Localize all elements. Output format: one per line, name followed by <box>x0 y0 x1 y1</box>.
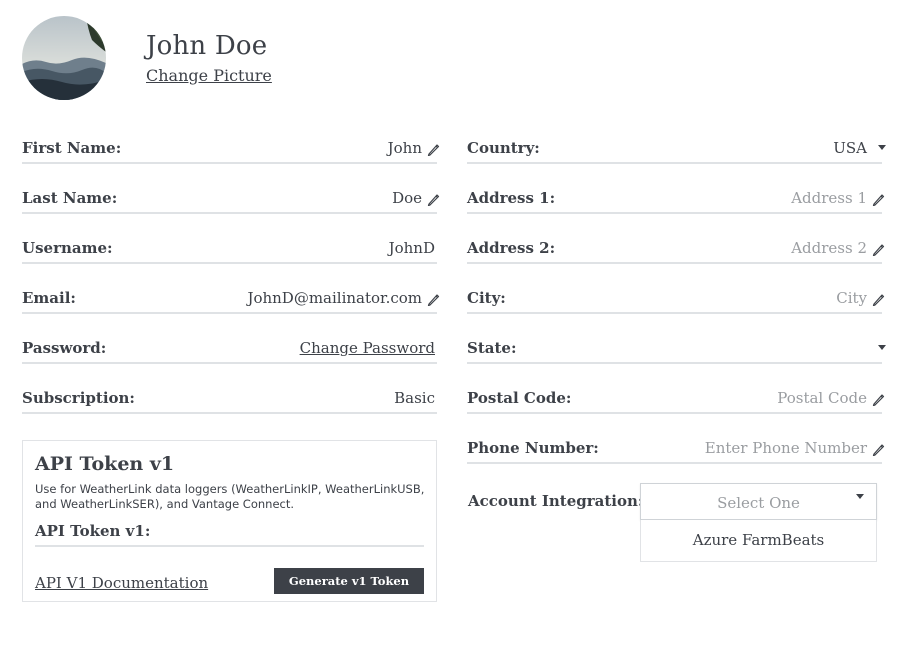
profile-picture <box>22 16 106 100</box>
pencil-icon[interactable] <box>426 191 440 207</box>
pencil-icon[interactable] <box>871 241 885 257</box>
country-field[interactable]: Country: USA <box>467 134 886 164</box>
password-link[interactable]: Change Password <box>300 339 435 357</box>
subscription-field[interactable]: Subscription: Basic <box>22 384 437 414</box>
change-picture-link[interactable]: Change Picture <box>146 66 272 85</box>
pencil-icon[interactable] <box>426 291 440 307</box>
address-2-field[interactable]: Address 2: Address 2 <box>467 234 885 264</box>
account-integration-select-value: Select One <box>717 494 800 512</box>
api-documentation-link[interactable]: API V1 Documentation <box>35 574 208 592</box>
api-token-label: API Token v1: <box>35 522 151 540</box>
password-label: Password: <box>22 339 107 357</box>
phone-number-input: Enter Phone Number <box>704 439 867 457</box>
address-2-label: Address 2: <box>467 239 556 257</box>
address-1-field[interactable]: Address 1: Address 1 <box>467 184 885 214</box>
account-integration-dropdown: Azure FarmBeats <box>640 520 877 562</box>
pencil-icon[interactable] <box>871 191 885 207</box>
state-field[interactable]: State: <box>467 334 886 364</box>
postal-code-field[interactable]: Postal Code: Postal Code <box>467 384 885 414</box>
account-integration-select[interactable]: Select One <box>640 483 877 520</box>
pencil-icon[interactable] <box>871 391 885 407</box>
postal-code-input: Postal Code <box>777 389 867 407</box>
first-name-value: John <box>387 139 422 157</box>
city-field[interactable]: City: City <box>467 284 885 314</box>
city-input: City <box>836 289 867 307</box>
city-label: City: <box>467 289 506 307</box>
first-name-label: First Name: <box>22 139 122 157</box>
user-full-name: John Doe <box>146 31 268 61</box>
api-token-title: API Token v1 <box>35 453 175 475</box>
pencil-icon[interactable] <box>871 291 885 307</box>
pencil-icon[interactable] <box>871 441 885 457</box>
caret-down-icon[interactable] <box>878 145 886 150</box>
last-name-field[interactable]: Last Name: Doe <box>22 184 440 214</box>
password-field[interactable]: Password: Change Password <box>22 334 437 364</box>
postal-code-label: Postal Code: <box>467 389 572 407</box>
address-1-label: Address 1: <box>467 189 556 207</box>
phone-number-label: Phone Number: <box>467 439 599 457</box>
last-name-value: Doe <box>392 189 422 207</box>
api-token-description: Use for WeatherLink data loggers (Weathe… <box>35 482 425 511</box>
username-field[interactable]: Username: JohnD <box>22 234 437 264</box>
account-integration-label: Account Integration: <box>468 492 644 510</box>
username-value: JohnD <box>388 239 435 257</box>
caret-down-icon <box>856 494 864 499</box>
country-value: USA <box>833 139 867 157</box>
email-label: Email: <box>22 289 76 307</box>
address-2-input: Address 2 <box>791 239 867 257</box>
country-label: Country: <box>467 139 540 157</box>
caret-down-icon[interactable] <box>878 345 886 350</box>
username-label: Username: <box>22 239 113 257</box>
generate-token-button[interactable]: Generate v1 Token <box>274 568 424 594</box>
first-name-field[interactable]: First Name: John <box>22 134 440 164</box>
address-1-input: Address 1 <box>791 189 867 207</box>
pencil-icon[interactable] <box>426 141 440 157</box>
email-field[interactable]: Email: JohnD@mailinator.com <box>22 284 440 314</box>
api-token-field: API Token v1: <box>35 521 424 547</box>
dropdown-option-azure-farmbeats[interactable]: Azure FarmBeats <box>641 531 876 549</box>
email-value: JohnD@mailinator.com <box>247 289 422 307</box>
state-label: State: <box>467 339 517 357</box>
last-name-label: Last Name: <box>22 189 118 207</box>
subscription-value: Basic <box>394 389 435 407</box>
phone-number-field[interactable]: Phone Number: Enter Phone Number <box>467 434 885 464</box>
api-token-panel: API Token v1 Use for WeatherLink data lo… <box>22 440 437 602</box>
subscription-label: Subscription: <box>22 389 135 407</box>
